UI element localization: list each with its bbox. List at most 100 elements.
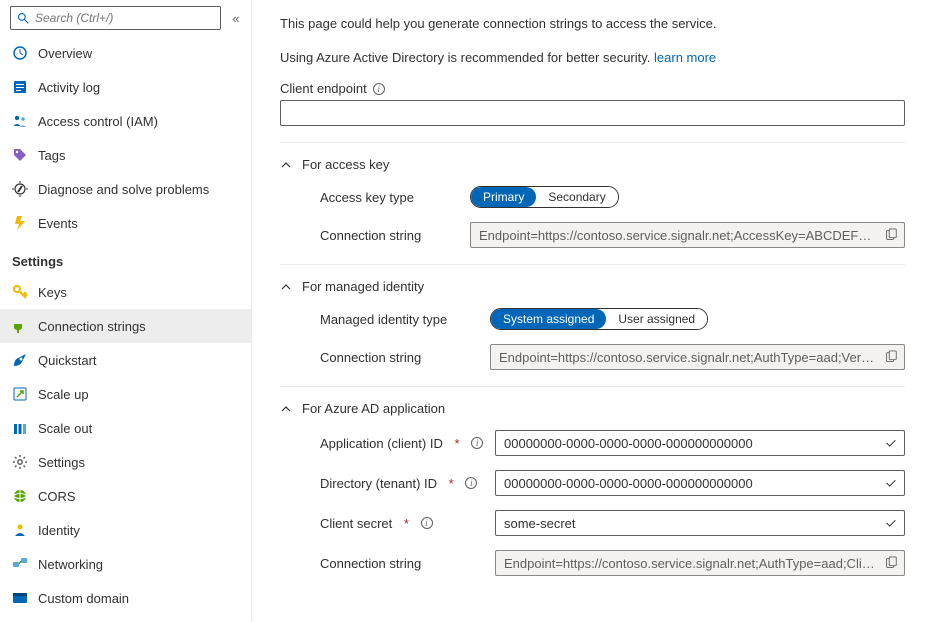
learn-more-link[interactable]: learn more (654, 50, 716, 65)
checkmark-icon (884, 516, 898, 530)
sidebar-item-label: Overview (38, 46, 92, 61)
sidebar-item-label: Scale up (38, 387, 89, 402)
sidebar-item-label: Settings (38, 455, 85, 470)
info-icon[interactable]: i (421, 517, 433, 529)
settings-heading: Settings (0, 240, 251, 275)
chevron-up-icon (280, 403, 292, 415)
sidebar-item-label: Quickstart (38, 353, 97, 368)
sidebar-item-keys[interactable]: Keys (0, 275, 251, 309)
sidebar-item-label: Networking (38, 557, 103, 572)
access-key-header[interactable]: For access key (280, 157, 905, 172)
connection-strings-icon (12, 318, 28, 334)
managed-identity-type-pill: System assigned User assigned (490, 308, 708, 330)
copy-icon[interactable] (884, 350, 898, 364)
search-input[interactable] (35, 11, 214, 25)
required-asterisk: * (454, 436, 459, 451)
info-icon[interactable]: i (465, 477, 477, 489)
access-key-conn-box: Endpoint=https://contoso.service.signalr… (470, 222, 905, 248)
system-assigned-pill[interactable]: System assigned (491, 309, 606, 329)
access-key-title: For access key (302, 157, 389, 172)
aad-header[interactable]: For Azure AD application (280, 401, 905, 416)
identity-icon (12, 522, 28, 538)
checkmark-icon (884, 476, 898, 490)
sidebar-item-overview[interactable]: Overview (0, 36, 251, 70)
sidebar-item-quickstart[interactable]: Quickstart (0, 343, 251, 377)
sidebar-item-events[interactable]: Events (0, 206, 251, 240)
tags-icon (12, 147, 28, 163)
sidebar-item-activity-log[interactable]: Activity log (0, 70, 251, 104)
sidebar-item-connection-strings[interactable]: Connection strings (0, 309, 251, 343)
access-key-conn-label: Connection string (320, 228, 470, 243)
aad-conn-label: Connection string (320, 556, 495, 571)
search-box[interactable] (10, 6, 221, 30)
sidebar-item-scale-out[interactable]: Scale out (0, 411, 251, 445)
access-control-icon (12, 113, 28, 129)
sidebar-item-scale-up[interactable]: Scale up (0, 377, 251, 411)
sidebar-item-tags[interactable]: Tags (0, 138, 251, 172)
sidebar-item-label: Events (38, 216, 78, 231)
sidebar-item-label: Access control (IAM) (38, 114, 158, 129)
activity-log-icon (12, 79, 28, 95)
managed-identity-conn-box: Endpoint=https://contoso.service.signalr… (490, 344, 905, 370)
managed-identity-type-label: Managed identity type (320, 312, 490, 327)
info-icon[interactable]: i (471, 437, 483, 449)
tenant-id-label: Directory (tenant) ID * i (320, 476, 495, 491)
required-asterisk: * (449, 476, 454, 491)
user-assigned-pill[interactable]: User assigned (606, 309, 707, 329)
access-key-section: For access key Access key type Primary S… (280, 142, 905, 248)
overview-icon (12, 45, 28, 61)
sidebar-item-settings[interactable]: Settings (0, 445, 251, 479)
aad-section: For Azure AD application Application (cl… (280, 386, 905, 576)
sidebar-item-networking[interactable]: Networking (0, 547, 251, 581)
copy-icon[interactable] (884, 228, 898, 242)
sidebar-item-custom-domain[interactable]: Custom domain (0, 581, 251, 615)
copy-icon[interactable] (884, 556, 898, 570)
sidebar-item-cors[interactable]: CORS (0, 479, 251, 513)
sidebar-item-label: Custom domain (38, 591, 129, 606)
client-secret-label: Client secret * i (320, 516, 495, 531)
required-asterisk: * (404, 516, 409, 531)
recommend-prefix: Using Azure Active Directory is recommen… (280, 50, 654, 65)
sidebar-item-access-control[interactable]: Access control (IAM) (0, 104, 251, 138)
networking-icon (12, 556, 28, 572)
managed-identity-section: For managed identity Managed identity ty… (280, 264, 905, 370)
sidebar-item-diagnose[interactable]: Diagnose and solve problems (0, 172, 251, 206)
managed-identity-title: For managed identity (302, 279, 424, 294)
settings-icon (12, 454, 28, 470)
search-icon (17, 12, 29, 24)
client-secret-value: some-secret (504, 516, 884, 531)
sidebar-item-label: Diagnose and solve problems (38, 182, 209, 197)
sidebar-item-label: Activity log (38, 80, 100, 95)
recommendation-text: Using Azure Active Directory is recommen… (280, 48, 905, 68)
sidebar-item-label: Tags (38, 148, 65, 163)
checkmark-icon (884, 436, 898, 450)
diagnose-icon (12, 181, 28, 197)
sidebar-item-properties[interactable]: Properties (0, 615, 251, 622)
client-endpoint-label: Client endpoint (280, 81, 367, 96)
main-content: This page could help you generate connec… (252, 0, 925, 622)
access-key-type-label: Access key type (320, 190, 470, 205)
info-icon[interactable]: i (373, 83, 385, 95)
sidebar-item-label: Connection strings (38, 319, 146, 334)
primary-pill[interactable]: Primary (471, 187, 536, 207)
app-id-input[interactable]: 00000000-0000-0000-0000-000000000000 (495, 430, 905, 456)
sidebar-item-identity[interactable]: Identity (0, 513, 251, 547)
events-icon (12, 215, 28, 231)
sidebar-item-label: Scale out (38, 421, 92, 436)
cors-icon (12, 488, 28, 504)
client-endpoint-input[interactable] (280, 100, 905, 126)
sidebar-item-label: Identity (38, 523, 80, 538)
access-key-conn-value: Endpoint=https://contoso.service.signalr… (479, 228, 878, 243)
sidebar-item-label: Keys (38, 285, 67, 300)
collapse-sidebar-button[interactable]: « (227, 11, 245, 26)
tenant-id-value: 00000000-0000-0000-0000-000000000000 (504, 476, 884, 491)
client-secret-input[interactable]: some-secret (495, 510, 905, 536)
tenant-id-input[interactable]: 00000000-0000-0000-0000-000000000000 (495, 470, 905, 496)
managed-identity-header[interactable]: For managed identity (280, 279, 905, 294)
chevron-up-icon (280, 281, 292, 293)
custom-domain-icon (12, 590, 28, 606)
aad-conn-box: Endpoint=https://contoso.service.signalr… (495, 550, 905, 576)
access-key-type-pill: Primary Secondary (470, 186, 619, 208)
keys-icon (12, 284, 28, 300)
secondary-pill[interactable]: Secondary (536, 187, 617, 207)
